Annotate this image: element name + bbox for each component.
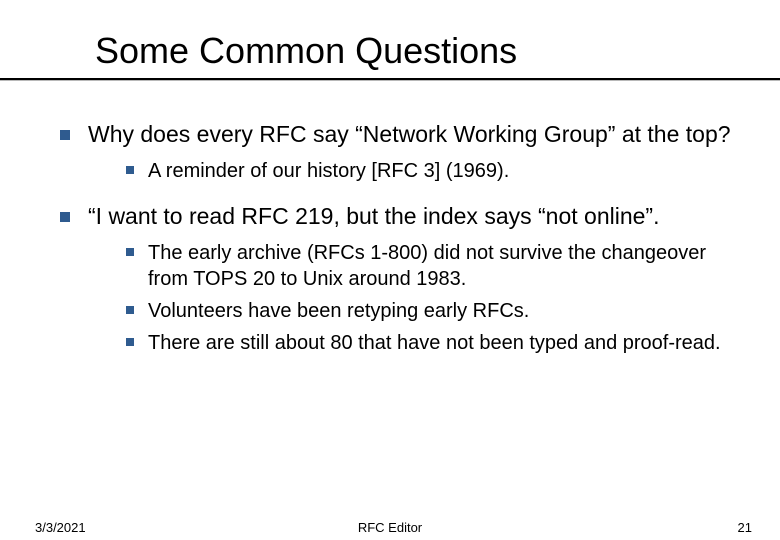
underline-line xyxy=(0,78,780,80)
title-underline xyxy=(0,78,780,81)
slide-title: Some Common Questions xyxy=(95,30,740,72)
square-bullet-icon xyxy=(126,166,134,174)
bullet-text: A reminder of our history [RFC 3] (1969)… xyxy=(148,158,509,184)
bullet-level1: “I want to read RFC 219, but the index s… xyxy=(60,202,750,232)
bullet-text: Why does every RFC say “Network Working … xyxy=(88,120,731,150)
title-wrap: Some Common Questions xyxy=(95,30,740,72)
bullet-level2: A reminder of our history [RFC 3] (1969)… xyxy=(126,158,750,184)
bullet-text: The early archive (RFCs 1-800) did not s… xyxy=(148,240,750,292)
bullet-text: There are still about 80 that have not b… xyxy=(148,330,721,356)
bullet-text: “I want to read RFC 219, but the index s… xyxy=(88,202,659,232)
bullet-level2: There are still about 80 that have not b… xyxy=(126,330,750,356)
square-bullet-icon xyxy=(126,248,134,256)
square-bullet-icon xyxy=(60,212,70,222)
slide: Some Common Questions Why does every RFC… xyxy=(0,0,780,540)
square-bullet-icon xyxy=(126,306,134,314)
bullet-level1: Why does every RFC say “Network Working … xyxy=(60,120,750,150)
sub-bullet-group: The early archive (RFCs 1-800) did not s… xyxy=(126,240,750,356)
content-area: Why does every RFC say “Network Working … xyxy=(60,120,750,374)
bullet-level2: Volunteers have been retyping early RFCs… xyxy=(126,298,750,324)
square-bullet-icon xyxy=(60,130,70,140)
sub-bullet-group: A reminder of our history [RFC 3] (1969)… xyxy=(126,158,750,184)
footer-title: RFC Editor xyxy=(0,520,780,535)
footer-page-number: 21 xyxy=(738,520,752,535)
square-bullet-icon xyxy=(126,338,134,346)
bullet-text: Volunteers have been retyping early RFCs… xyxy=(148,298,529,324)
bullet-level2: The early archive (RFCs 1-800) did not s… xyxy=(126,240,750,292)
